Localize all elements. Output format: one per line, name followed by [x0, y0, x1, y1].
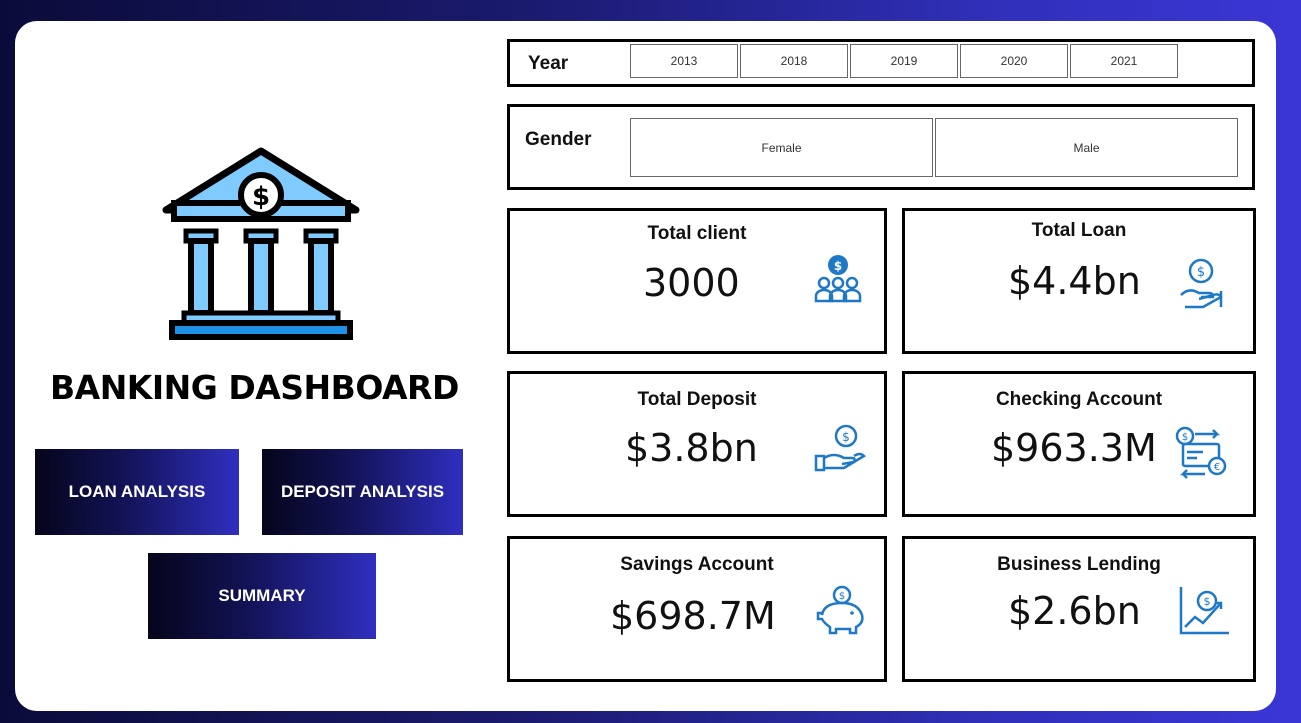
svg-text:$: $	[1197, 265, 1205, 280]
kpi-label: Checking Account	[995, 389, 1163, 410]
kpi-label: Business Lending	[997, 554, 1161, 575]
kpi-card-total-loan: Total Loan $4.4bn $	[902, 208, 1256, 354]
svg-text:$: $	[842, 430, 850, 444]
kpi-card-checking-account: Checking Account $963.3M $ €	[902, 371, 1256, 517]
kpi-value: $698.7M	[610, 594, 776, 638]
kpi-label: Total client	[647, 223, 747, 244]
kpi-value: $4.4bn	[1008, 259, 1141, 303]
dashboard-title: BANKING DASHBOARD	[50, 368, 459, 407]
svg-text:€: €	[1214, 462, 1220, 473]
kpi-card-total-deposit: Total Deposit $3.8bn $	[507, 371, 887, 517]
deposit-hand-coin-icon: $	[814, 424, 867, 472]
loan-analysis-button[interactable]: LOAN ANALYSIS	[35, 449, 239, 535]
gender-slicer: Gender Female Male	[507, 104, 1255, 190]
svg-text:$: $	[1204, 595, 1211, 608]
checking-exchange-icon: $ €	[1175, 426, 1227, 479]
svg-text:$: $	[252, 182, 270, 212]
year-option-2021[interactable]: 2021	[1070, 44, 1178, 78]
kpi-value: 3000	[643, 261, 740, 305]
gender-option-male[interactable]: Male	[935, 118, 1238, 177]
kpi-label: Savings Account	[620, 554, 774, 575]
year-option-2019[interactable]: 2019	[850, 44, 958, 78]
kpi-card-savings-account: Savings Account $698.7M $	[507, 536, 887, 682]
kpi-label: Total Deposit	[637, 389, 757, 410]
year-slicer-label: Year	[528, 53, 569, 74]
deposit-analysis-button[interactable]: DEPOSIT ANALYSIS	[262, 449, 463, 535]
kpi-value: $963.3M	[991, 426, 1157, 470]
year-option-2020[interactable]: 2020	[960, 44, 1068, 78]
svg-text:$: $	[834, 259, 842, 273]
gender-slicer-label: Gender	[525, 129, 592, 150]
loan-hand-coin-icon: $	[1180, 258, 1223, 309]
kpi-value: $3.8bn	[625, 426, 758, 470]
year-slicer: Year 2013 2018 2019 2020 2021	[507, 39, 1255, 87]
clients-icon: $	[814, 255, 862, 303]
kpi-label: Total Loan	[1031, 220, 1127, 241]
svg-text:$: $	[1182, 432, 1188, 443]
svg-text:$: $	[839, 591, 845, 602]
kpi-card-total-client: Total client 3000 $	[507, 208, 887, 354]
year-option-2018[interactable]: 2018	[740, 44, 848, 78]
piggy-bank-icon: $	[816, 585, 864, 635]
growth-chart-icon: $	[1179, 587, 1229, 635]
gender-option-female[interactable]: Female	[630, 118, 933, 177]
summary-button[interactable]: SUMMARY	[148, 553, 376, 639]
year-option-2013[interactable]: 2013	[630, 44, 738, 78]
kpi-value: $2.6bn	[1008, 589, 1141, 633]
kpi-card-business-lending: Business Lending $2.6bn $	[902, 536, 1256, 682]
bank-icon: $	[162, 147, 360, 340]
